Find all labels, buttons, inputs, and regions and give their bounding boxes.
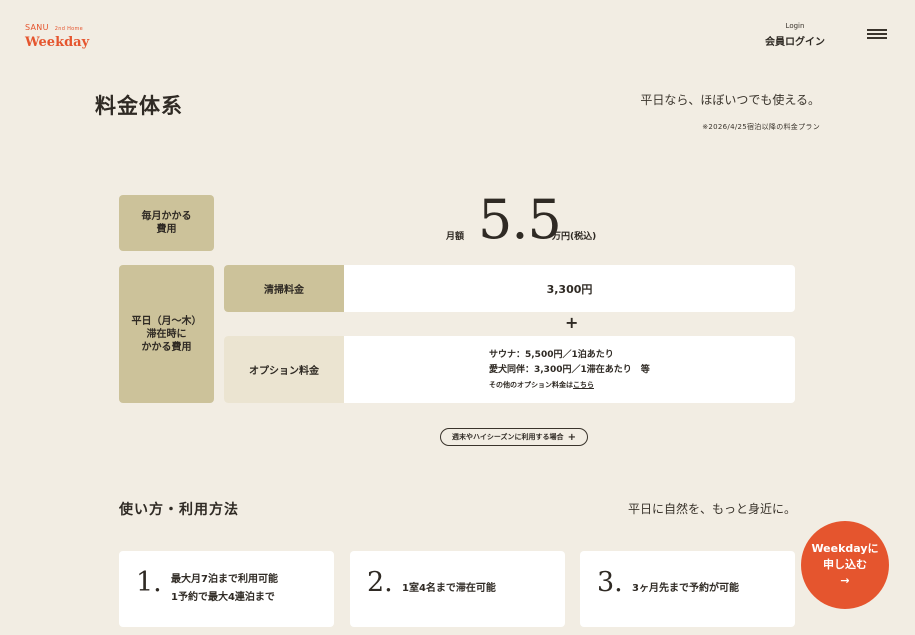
- plus-icon: +: [567, 431, 576, 443]
- price-suffix: 万円(税込): [552, 232, 597, 242]
- login-label: 会員ログイン: [765, 37, 825, 48]
- apply-weekday-button[interactable]: Weekdayに 申し込む →: [801, 521, 889, 609]
- cta-line1: Weekdayに: [811, 542, 879, 555]
- card-number: 1.: [136, 567, 162, 598]
- usage-card: 2. 1室4名まで滞在可能: [350, 551, 565, 627]
- card-text: 1室4名まで滞在可能: [402, 583, 496, 594]
- logo-weekday: Weekday: [25, 35, 90, 50]
- usage-card: 1. 最大月7泊まで利用可能 1予約で最大4連泊まで: [119, 551, 334, 627]
- option-sauna: サウナ：5,500円／1泊あたり: [489, 349, 614, 360]
- monthly-cost-label: 毎月かかる 費用: [119, 195, 214, 251]
- option-other-link[interactable]: こちら: [573, 381, 594, 389]
- cleaning-fee-value: 3,300円: [546, 282, 593, 296]
- card-number: 2.: [367, 567, 393, 598]
- usage-tagline: 平日に自然を、もっと身近に。: [627, 502, 796, 516]
- price-prefix: 月額: [446, 232, 465, 242]
- usage-title: 使い方・利用方法: [119, 502, 239, 518]
- monthly-price: 月額 5.5 万円(税込): [230, 188, 795, 254]
- brand-logo[interactable]: SANU 2nd Home Weekday: [25, 23, 95, 53]
- usage-card: 3. 3ヶ月先まで予約が可能: [580, 551, 795, 627]
- cta-line2: 申し込む: [823, 558, 867, 571]
- logo-2nd-home: 2nd Home: [54, 26, 84, 32]
- option-other: その他のオプション料金はこちら: [489, 380, 594, 389]
- option-fee-details: サウナ：5,500円／1泊あたり 愛犬同伴：3,300円／1滞在あたり 等 その…: [344, 336, 795, 403]
- card-number: 3.: [597, 567, 623, 598]
- plus-icon: +: [565, 313, 579, 332]
- cleaning-fee-row: 清掃料金 3,300円: [224, 265, 795, 312]
- weekend-season-label: 週末やハイシーズンに利用する場合: [452, 433, 564, 441]
- logo-sanu: SANU 2nd Home: [25, 23, 84, 32]
- cleaning-fee-label: 清掃料金: [224, 265, 344, 312]
- weekend-season-button[interactable]: 週末やハイシーズンに利用する場合 +: [440, 428, 588, 446]
- plan-note: ※2026/4/25宿泊以降の料金プラン: [702, 123, 820, 131]
- option-fee-label: オプション料金: [224, 336, 344, 403]
- price-value: 5.5: [478, 188, 562, 251]
- weekday-cost-label: 平日（月〜木） 滞在時に かかる費用: [119, 265, 214, 403]
- card-text: 最大月7泊まで利用可能 1予約で最大4連泊まで: [171, 574, 278, 603]
- card-text: 3ヶ月先まで予約が可能: [632, 583, 739, 594]
- option-fee-row: オプション料金 サウナ：5,500円／1泊あたり 愛犬同伴：3,300円／1滞在…: [224, 336, 795, 403]
- login-caption: Login: [785, 22, 805, 30]
- option-dog: 愛犬同伴：3,300円／1滞在あたり 等: [489, 364, 650, 375]
- hamburger-icon[interactable]: [867, 29, 887, 41]
- arrow-right-icon: →: [840, 574, 850, 587]
- hero-tagline: 平日なら、ほぼいつでも使える。: [640, 93, 820, 107]
- member-login-link[interactable]: Login 会員ログイン: [755, 22, 835, 48]
- page-title: 料金体系: [95, 94, 183, 118]
